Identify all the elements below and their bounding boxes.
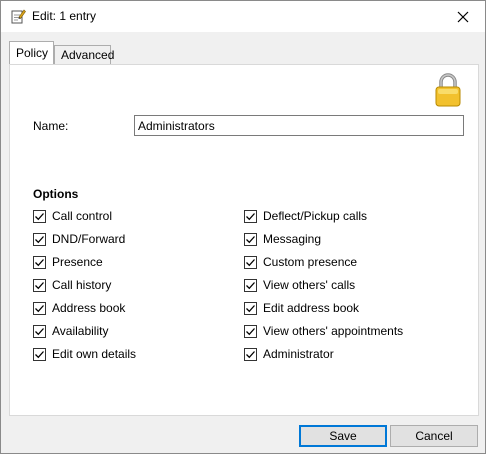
checkbox[interactable] <box>244 209 257 223</box>
option-call-control[interactable]: Call control <box>33 208 112 224</box>
checkmark-icon <box>246 350 255 358</box>
name-label: Name: <box>33 119 69 133</box>
lock-icon <box>435 73 461 107</box>
checkbox[interactable] <box>33 209 46 223</box>
checkmark-icon <box>35 235 44 243</box>
option-label: View others' appointments <box>263 324 404 338</box>
option-messaging[interactable]: Messaging <box>244 231 321 247</box>
checkbox[interactable] <box>244 278 257 292</box>
option-deflect-pickup-calls[interactable]: Deflect/Pickup calls <box>244 208 367 224</box>
checkbox[interactable] <box>244 255 257 269</box>
checkbox[interactable] <box>33 324 46 338</box>
close-icon <box>457 11 469 22</box>
options-heading: Options <box>33 187 79 201</box>
option-label: Edit address book <box>263 301 360 315</box>
close-button[interactable] <box>441 1 485 32</box>
option-label: Call history <box>52 278 112 292</box>
checkbox[interactable] <box>244 347 257 361</box>
option-label: Custom presence <box>263 255 358 269</box>
checkbox[interactable] <box>33 255 46 269</box>
option-administrator[interactable]: Administrator <box>244 346 334 362</box>
option-label: Messaging <box>263 232 322 246</box>
option-label: View others' calls <box>263 278 356 292</box>
option-label: Address book <box>52 301 126 315</box>
checkmark-icon <box>246 281 255 289</box>
option-label: Edit own details <box>52 347 137 361</box>
option-label: DND/Forward <box>52 232 126 246</box>
checkbox[interactable] <box>244 324 257 338</box>
policy-panel: Name: Options Call control DND/Forward P… <box>9 64 479 416</box>
checkbox[interactable] <box>33 301 46 315</box>
checkmark-icon <box>35 281 44 289</box>
option-label: Deflect/Pickup calls <box>263 209 368 223</box>
name-input[interactable] <box>134 115 464 136</box>
cancel-button[interactable]: Cancel <box>390 425 478 447</box>
option-view-others-appointments[interactable]: View others' appointments <box>244 323 403 339</box>
option-label: Presence <box>52 255 103 269</box>
option-label: Administrator <box>263 347 334 361</box>
tab-advanced[interactable]: Advanced <box>54 45 114 65</box>
checkbox[interactable] <box>33 232 46 246</box>
option-edit-address-book[interactable]: Edit address book <box>244 300 359 316</box>
checkmark-icon <box>246 235 255 243</box>
checkmark-icon <box>35 350 44 358</box>
checkmark-icon <box>246 304 255 312</box>
checkmark-icon <box>246 212 255 220</box>
checkmark-icon <box>246 327 255 335</box>
edit-note-icon <box>11 9 26 24</box>
option-address-book[interactable]: Address book <box>33 300 125 316</box>
option-label: Availability <box>52 324 109 338</box>
checkmark-icon <box>35 304 44 312</box>
option-presence[interactable]: Presence <box>33 254 103 270</box>
tab-policy[interactable]: Policy <box>9 41 54 64</box>
option-availability[interactable]: Availability <box>33 323 108 339</box>
option-edit-own-details[interactable]: Edit own details <box>33 346 136 362</box>
edit-dialog: Edit: 1 entry Policy Advanced Name: Opti… <box>0 0 486 454</box>
title-bar: Edit: 1 entry <box>1 1 485 32</box>
checkmark-icon <box>35 212 44 220</box>
checkbox[interactable] <box>244 301 257 315</box>
window-title: Edit: 1 entry <box>32 9 97 23</box>
option-call-history[interactable]: Call history <box>33 277 111 293</box>
checkbox[interactable] <box>33 278 46 292</box>
option-view-others-calls[interactable]: View others' calls <box>244 277 355 293</box>
option-dnd-forward[interactable]: DND/Forward <box>33 231 125 247</box>
checkmark-icon <box>35 258 44 266</box>
save-button[interactable]: Save <box>299 425 387 447</box>
checkbox[interactable] <box>244 232 257 246</box>
option-label: Call control <box>52 209 113 223</box>
checkmark-icon <box>246 258 255 266</box>
checkmark-icon <box>35 327 44 335</box>
option-custom-presence[interactable]: Custom presence <box>244 254 357 270</box>
checkbox[interactable] <box>33 347 46 361</box>
